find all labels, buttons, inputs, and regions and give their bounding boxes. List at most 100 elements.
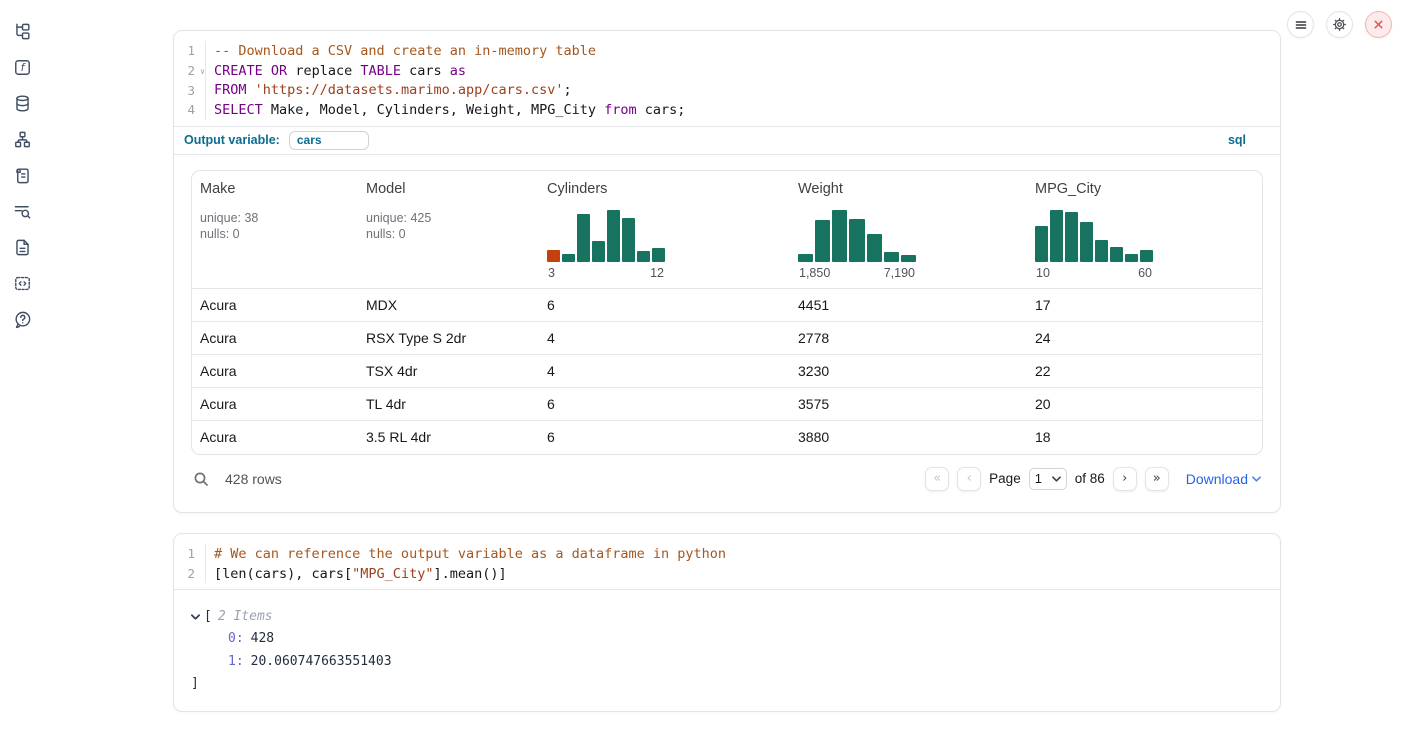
page-number-select[interactable]: 1 xyxy=(1029,468,1067,490)
table-cell: Acura xyxy=(192,396,358,412)
table-cell: MDX xyxy=(358,297,539,313)
column-header[interactable]: Cylinders 312 xyxy=(539,181,790,280)
sql-code-editor[interactable]: 1-- Download a CSV and create an in-memo… xyxy=(174,31,1280,126)
column-header[interactable]: Weight 1,8507,190 xyxy=(790,181,1027,280)
column-stat: nulls: 0 xyxy=(366,226,531,243)
column-histogram[interactable]: 312 xyxy=(547,210,665,280)
table-cell: 4 xyxy=(539,363,790,379)
items-count-label: 2 Items xyxy=(218,609,273,624)
close-x-icon xyxy=(1373,19,1384,30)
sql-cell: 1-- Download a CSV and create an in-memo… xyxy=(173,30,1281,513)
histogram-bar xyxy=(1140,250,1153,262)
close-bracket: ] xyxy=(191,672,1280,694)
code-line[interactable]: 3FROM 'https://datasets.marimo.app/cars.… xyxy=(174,80,1280,100)
histogram-bar xyxy=(1080,222,1093,262)
histogram-bar xyxy=(1065,212,1078,262)
table-cell: RSX Type S 2dr xyxy=(358,330,539,346)
table-cell: Acura xyxy=(192,297,358,313)
notebook-actions xyxy=(1287,11,1392,38)
list-output-header[interactable]: [ 2 Items xyxy=(191,605,1280,627)
table-cell: 24 xyxy=(1027,330,1262,346)
sql-cell-footer: Output variable: sql xyxy=(174,126,1280,155)
code-content: CREATE OR replace TABLE cars as xyxy=(206,63,466,79)
table-cell: TL 4dr xyxy=(358,396,539,412)
column-name: Weight xyxy=(798,181,1019,197)
histogram-bar xyxy=(652,248,665,262)
column-name: Cylinders xyxy=(547,181,782,197)
histogram-bar xyxy=(1035,226,1048,262)
column-header[interactable]: Modelunique: 425nulls: 0 xyxy=(358,181,539,280)
code-content: [len(cars), cars["MPG_City"].mean()] xyxy=(206,566,507,582)
prev-page-button[interactable]: ‹ xyxy=(957,467,981,491)
table-cell: 3575 xyxy=(790,396,1027,412)
page-total-label: of 86 xyxy=(1075,471,1105,486)
snippets-icon[interactable] xyxy=(13,274,32,293)
search-icon[interactable] xyxy=(193,471,209,487)
output-variable-input[interactable] xyxy=(289,131,369,150)
histogram-bar xyxy=(798,254,813,262)
code-line[interactable]: 1-- Download a CSV and create an in-memo… xyxy=(174,41,1280,61)
download-button[interactable]: Download xyxy=(1186,471,1261,487)
column-header[interactable]: MPG_City 1060 xyxy=(1027,181,1262,280)
shutdown-button[interactable] xyxy=(1365,11,1392,38)
table-row[interactable]: AcuraMDX6445117 xyxy=(192,289,1262,322)
table-cell: 4451 xyxy=(790,297,1027,313)
table-cell: 2778 xyxy=(790,330,1027,346)
column-histogram[interactable]: 1,8507,190 xyxy=(798,210,916,280)
histogram-bar xyxy=(577,214,590,262)
python-code-editor[interactable]: 1# We can reference the output variable … xyxy=(174,534,1280,590)
next-page-button[interactable]: › xyxy=(1113,467,1137,491)
scratchpad-icon[interactable] xyxy=(13,166,32,185)
fold-chevron-icon[interactable]: ∨ xyxy=(200,66,205,75)
line-number: 1 xyxy=(174,544,206,564)
file-explorer-icon[interactable] xyxy=(13,22,32,41)
pagination: « ‹ Page 1 of 86 › » Download xyxy=(925,467,1261,491)
sidebar: f xyxy=(0,0,44,729)
open-bracket: [ xyxy=(204,609,212,624)
python-cell: 1# We can reference the output variable … xyxy=(173,533,1281,712)
language-badge: sql xyxy=(1228,133,1246,147)
help-icon[interactable] xyxy=(13,310,32,329)
code-content: SELECT Make, Model, Cylinders, Weight, M… xyxy=(206,102,685,118)
functions-icon[interactable]: f xyxy=(13,58,32,77)
table-cell: 3230 xyxy=(790,363,1027,379)
code-content: # We can reference the output variable a… xyxy=(206,546,726,562)
datasources-icon[interactable] xyxy=(13,94,32,113)
table-cell: 17 xyxy=(1027,297,1262,313)
line-number: 1 xyxy=(174,41,206,61)
documentation-icon[interactable] xyxy=(13,238,32,257)
histogram-bar xyxy=(815,220,830,262)
code-line[interactable]: 1# We can reference the output variable … xyxy=(174,544,1280,564)
column-header[interactable]: Makeunique: 38nulls: 0 xyxy=(192,181,358,280)
column-histogram[interactable]: 1060 xyxy=(1035,210,1153,280)
data-table: Makeunique: 38nulls: 0Modelunique: 425nu… xyxy=(191,170,1263,455)
table-cell: 22 xyxy=(1027,363,1262,379)
table-cell: 3.5 RL 4dr xyxy=(358,429,539,445)
histogram-bar xyxy=(849,219,864,262)
table-header-row: Makeunique: 38nulls: 0Modelunique: 425nu… xyxy=(192,171,1262,289)
notebook-menu-button[interactable] xyxy=(1287,11,1314,38)
line-number: 2 xyxy=(174,564,206,584)
table-row[interactable]: AcuraRSX Type S 2dr4277824 xyxy=(192,322,1262,355)
histogram-axis-label: 7,190 xyxy=(884,266,915,280)
table-cell: 6 xyxy=(539,396,790,412)
settings-button[interactable] xyxy=(1326,11,1353,38)
logs-search-icon[interactable] xyxy=(13,202,32,221)
histogram-bar xyxy=(901,255,916,262)
table-row[interactable]: AcuraTL 4dr6357520 xyxy=(192,388,1262,421)
last-page-button[interactable]: » xyxy=(1145,467,1169,491)
column-stat: unique: 425 xyxy=(366,210,531,227)
code-line[interactable]: 4SELECT Make, Model, Cylinders, Weight, … xyxy=(174,100,1280,120)
histogram-bar xyxy=(1125,254,1138,262)
row-count: 428 rows xyxy=(225,471,282,487)
column-name: MPG_City xyxy=(1035,181,1254,197)
table-row[interactable]: Acura3.5 RL 4dr6388018 xyxy=(192,421,1262,454)
first-page-button[interactable]: « xyxy=(925,467,949,491)
histogram-bar xyxy=(867,234,882,262)
code-content: -- Download a CSV and create an in-memor… xyxy=(206,43,596,59)
dependency-graph-icon[interactable] xyxy=(13,130,32,149)
code-line[interactable]: 2∨CREATE OR replace TABLE cars as xyxy=(174,61,1280,81)
output-variable-label: Output variable: xyxy=(184,133,280,147)
code-line[interactable]: 2[len(cars), cars["MPG_City"].mean()] xyxy=(174,564,1280,584)
table-row[interactable]: AcuraTSX 4dr4323022 xyxy=(192,355,1262,388)
